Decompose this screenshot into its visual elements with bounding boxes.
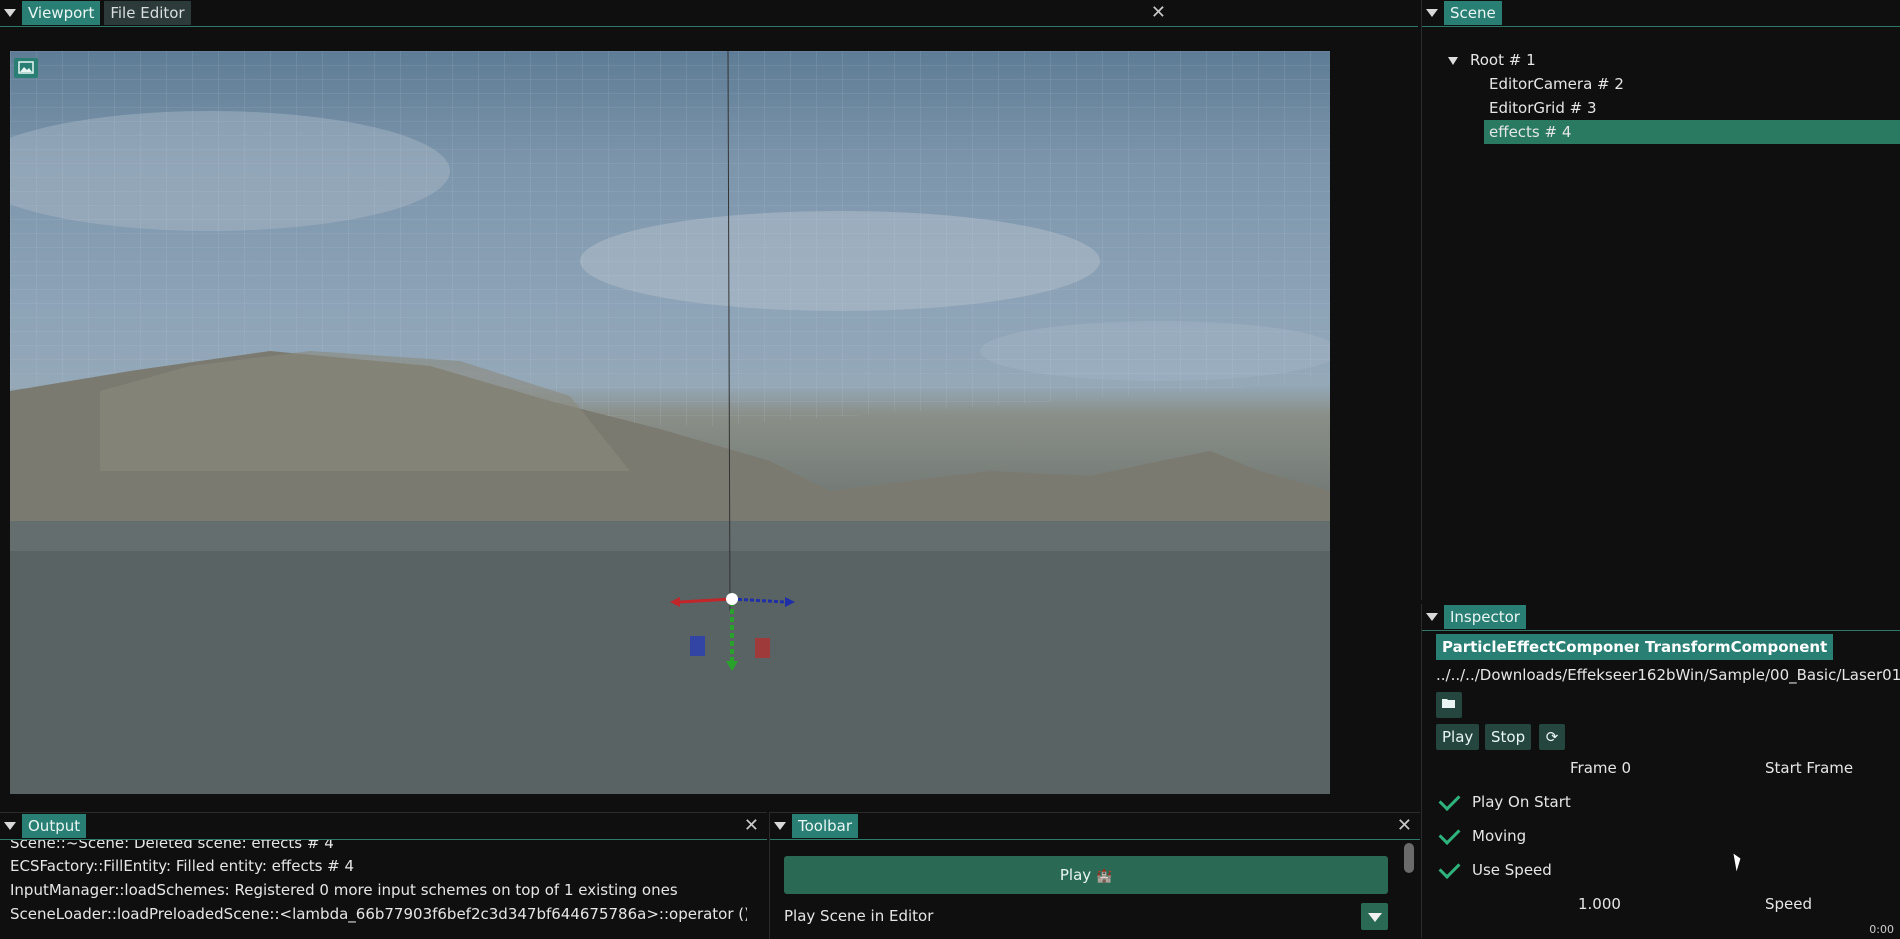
- viewport-panel: Viewport File Editor ✕: [0, 0, 1418, 809]
- frame-row: Frame 0 Start Frame: [1422, 756, 1900, 780]
- image-icon[interactable]: [14, 58, 38, 78]
- moving-checkbox[interactable]: Moving: [1422, 823, 1900, 848]
- tab-transform-component[interactable]: TransformComponent: [1639, 634, 1834, 660]
- close-icon[interactable]: ✕: [744, 817, 759, 835]
- tree-item-editorcamera[interactable]: EditorCamera # 2: [1444, 72, 1900, 96]
- tab-file-editor[interactable]: File Editor: [104, 1, 191, 25]
- effect-path: ../../../Downloads/Effekseer162bWin/Samp…: [1436, 666, 1900, 684]
- collapse-icon[interactable]: [4, 822, 16, 830]
- frame-value[interactable]: Frame 0: [1570, 756, 1631, 780]
- tab-particle-effect-component[interactable]: ParticleEffectComponent: [1436, 634, 1658, 660]
- play-on-start-checkbox[interactable]: Play On Start: [1422, 789, 1900, 814]
- checkmark-icon: [1438, 857, 1461, 879]
- start-frame-label: Start Frame: [1765, 759, 1854, 777]
- tree-item-root[interactable]: Root # 1: [1444, 48, 1900, 72]
- tab-toolbar[interactable]: Toolbar: [792, 814, 859, 838]
- scene-render: [10, 51, 1330, 794]
- play-scene-button[interactable]: Play 🏰: [784, 856, 1388, 894]
- tree-item-editorgrid[interactable]: EditorGrid # 3: [1444, 96, 1900, 120]
- open-folder-button[interactable]: [1436, 692, 1462, 718]
- play-effect-button[interactable]: Play: [1436, 724, 1480, 750]
- output-tabbar: Output: [0, 813, 767, 840]
- viewport-tabbar: Viewport File Editor: [0, 0, 1418, 27]
- scrollbar[interactable]: [1404, 843, 1414, 873]
- collapse-icon[interactable]: [1426, 613, 1438, 621]
- use-speed-checkbox[interactable]: Use Speed: [1422, 857, 1900, 882]
- inspector-tabbar: Inspector: [1422, 604, 1900, 631]
- scene-panel: Scene Root # 1 EditorCamera # 2 EditorGr…: [1421, 0, 1900, 600]
- scene-tree: Root # 1 EditorCamera # 2 EditorGrid # 3…: [1444, 48, 1900, 144]
- close-icon[interactable]: ✕: [1397, 817, 1412, 835]
- speed-input[interactable]: 1.000: [1578, 892, 1621, 916]
- collapse-icon[interactable]: [1426, 9, 1438, 17]
- toolbar-panel: Toolbar ✕ Play 🏰 Play Scene in Editor: [769, 812, 1420, 939]
- tab-viewport[interactable]: Viewport: [22, 1, 101, 25]
- collapse-icon[interactable]: [4, 9, 16, 17]
- log-line: ECSFactory::FillEntity: Filled entity: e…: [10, 857, 355, 875]
- close-icon[interactable]: ✕: [1151, 4, 1166, 22]
- toolbar-tabbar: Toolbar: [770, 813, 1420, 840]
- chevron-down-icon[interactable]: [1448, 56, 1458, 65]
- folder-open-icon: [1442, 699, 1455, 708]
- log-line: SceneLoader::loadPreloadedScene::<lambda…: [10, 905, 747, 923]
- viewport-render[interactable]: [10, 51, 1330, 794]
- castle-icon: 🏰: [1095, 869, 1113, 884]
- log-line: InputManager::loadSchemes: Registered 0 …: [10, 881, 678, 899]
- scene-tabbar: Scene: [1422, 0, 1900, 27]
- inspector-panel: Inspector ParticleEffectComponent Transf…: [1421, 604, 1900, 938]
- speed-row: 1.000 Speed: [1422, 892, 1900, 916]
- checkmark-icon: [1438, 789, 1461, 811]
- tab-scene[interactable]: Scene: [1444, 1, 1502, 25]
- output-panel: Output ✕ Scene::~Scene: Deleted scene: e…: [0, 812, 767, 939]
- speed-label: Speed: [1765, 895, 1813, 913]
- tree-item-effects[interactable]: effects # 4: [1484, 120, 1900, 144]
- log-list: Scene::~Scene: Deleted scene: effects # …: [10, 840, 747, 926]
- log-line: Scene::~Scene: Deleted scene: effects # …: [10, 840, 334, 852]
- collapse-icon[interactable]: [774, 822, 786, 830]
- tab-output[interactable]: Output: [22, 814, 87, 838]
- refresh-icon: ⟳: [1545, 728, 1559, 746]
- clock: 0:00: [1869, 923, 1894, 936]
- checkmark-icon: [1438, 823, 1461, 845]
- stop-effect-button[interactable]: Stop: [1485, 724, 1532, 750]
- tab-inspector[interactable]: Inspector: [1444, 605, 1526, 629]
- play-mode-select[interactable]: Play Scene in Editor: [784, 901, 1388, 931]
- reload-button[interactable]: ⟳: [1539, 724, 1565, 750]
- chevron-down-icon[interactable]: [1361, 903, 1388, 930]
